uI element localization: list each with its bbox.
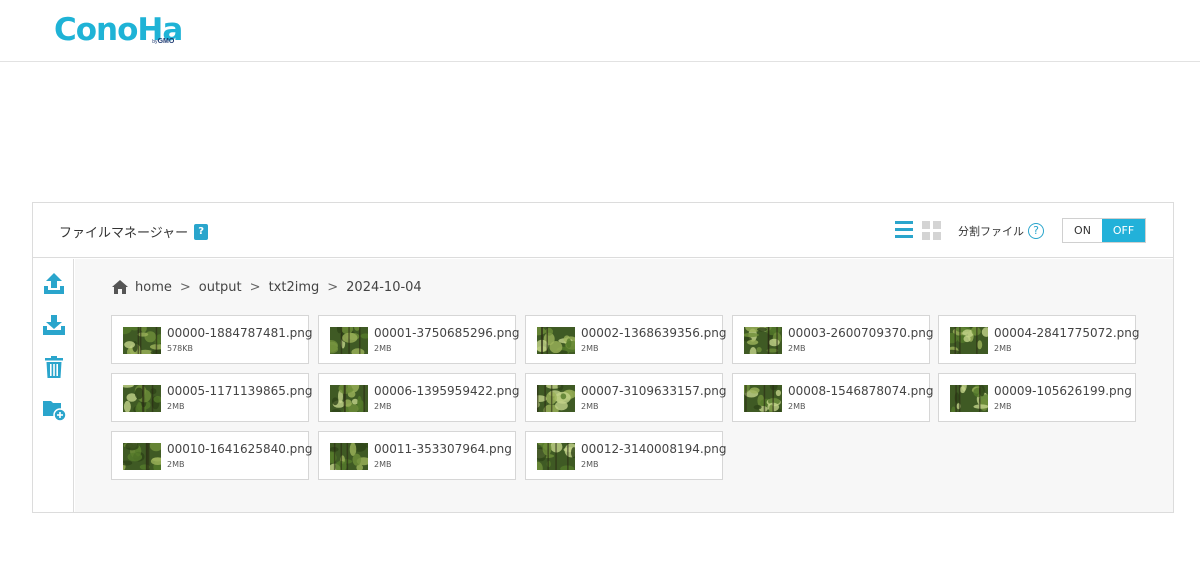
file-size: 2MB — [374, 344, 392, 353]
breadcrumb-item-output[interactable]: output — [199, 280, 242, 295]
file-item[interactable]: 00003-2600709370.png 2MB — [732, 315, 934, 364]
file-size: 2MB — [167, 460, 185, 469]
file-item[interactable]: 00010-1641625840.png 2MB — [111, 431, 313, 480]
file-thumbnail — [123, 385, 161, 412]
file-size: 2MB — [581, 344, 599, 353]
file-item[interactable]: 00012-3140008194.png 2MB — [525, 431, 727, 480]
file-thumbnail — [330, 443, 368, 470]
file-thumbnail — [744, 327, 782, 354]
file-size: 2MB — [788, 402, 806, 411]
action-sidebar — [33, 259, 74, 512]
file-item[interactable]: 00011-353307964.png 2MB — [318, 431, 516, 480]
file-name: 00009-105626199.png — [994, 384, 1132, 398]
panel-header: ファイルマネージャー ? 分割ファイル ? ON OFF — [33, 203, 1173, 258]
panel-title: ファイルマネージャー ? — [59, 222, 209, 241]
grid-view-icon[interactable] — [922, 221, 941, 240]
file-thumbnail — [950, 327, 988, 354]
file-item[interactable]: 00007-3109633157.png 2MB — [525, 373, 727, 422]
download-icon[interactable] — [42, 313, 66, 337]
file-area: home > output > txt2img >2024-10-04 00000-188… — [75, 259, 1173, 512]
panel-title-text: ファイルマネージャー — [59, 226, 189, 241]
file-item[interactable]: 00008-1546878074.png 2MB — [732, 373, 934, 422]
file-thumbnail — [537, 385, 575, 412]
list-view-icon[interactable] — [895, 221, 913, 239]
file-thumbnail — [537, 327, 575, 354]
file-name: 00000-1884787481.png — [167, 326, 313, 340]
file-size: 2MB — [788, 344, 806, 353]
help-circle-icon[interactable]: ? — [1028, 223, 1044, 239]
file-name: 00012-3140008194.png — [581, 442, 727, 456]
file-item[interactable]: 00001-3750685296.png 2MB — [318, 315, 520, 364]
file-thumbnail — [123, 327, 161, 354]
toggle-on-button[interactable]: ON — [1063, 219, 1102, 242]
file-item[interactable]: 00009-105626199.png 2MB — [938, 373, 1136, 422]
trash-icon[interactable] — [42, 355, 66, 379]
file-name: 00005-1171139865.png — [167, 384, 313, 398]
file-thumbnail — [330, 327, 368, 354]
file-name: 00008-1546878074.png — [788, 384, 934, 398]
conoha-logo[interactable]: ConoHa byGMO — [54, 12, 183, 48]
new-folder-icon[interactable] — [42, 397, 66, 421]
file-size: 2MB — [167, 402, 185, 411]
toggle-off-button[interactable]: OFF — [1102, 219, 1145, 242]
file-item[interactable]: 00002-1368639356.png 2MB — [525, 315, 727, 364]
split-file-label: 分割ファイル ? — [958, 223, 1044, 239]
file-item[interactable]: 00004-2841775072.png 2MB — [938, 315, 1140, 364]
file-size: 2MB — [994, 344, 1012, 353]
breadcrumb-item-home[interactable]: home — [135, 280, 172, 295]
logo-sub: byGMO — [152, 38, 175, 45]
file-size: 2MB — [581, 460, 599, 469]
breadcrumb: home > output > txt2img >2024-10-04 — [111, 279, 422, 295]
file-item[interactable]: 00000-1884787481.png 578KB — [111, 315, 313, 364]
breadcrumb-item-2024-10-04[interactable]: 2024-10-04 — [346, 280, 422, 295]
breadcrumb-separator: > — [327, 279, 339, 295]
split-file-toggle[interactable]: ON OFF — [1062, 218, 1146, 243]
file-size: 2MB — [374, 460, 392, 469]
file-item[interactable]: 00005-1171139865.png 2MB — [111, 373, 313, 422]
file-name: 00011-353307964.png — [374, 442, 512, 456]
file-name: 00010-1641625840.png — [167, 442, 313, 456]
upload-icon[interactable] — [42, 272, 66, 296]
file-size: 2MB — [994, 402, 1012, 411]
file-thumbnail — [123, 443, 161, 470]
home-icon[interactable] — [111, 279, 129, 295]
file-size: 578KB — [167, 344, 194, 353]
file-item[interactable]: 00006-1395959422.png 2MB — [318, 373, 520, 422]
file-name: 00003-2600709370.png — [788, 326, 934, 340]
file-thumbnail — [744, 385, 782, 412]
help-book-icon[interactable]: ? — [194, 223, 209, 240]
file-name: 00002-1368639356.png — [581, 326, 727, 340]
file-name: 00001-3750685296.png — [374, 326, 520, 340]
file-size: 2MB — [581, 402, 599, 411]
split-file-text: 分割ファイル — [958, 225, 1024, 238]
file-thumbnail — [537, 443, 575, 470]
breadcrumb-separator: > — [249, 279, 261, 295]
file-manager-panel: ファイルマネージャー ? 分割ファイル ? ON OFF home > outp… — [32, 202, 1174, 513]
top-bar: ConoHa byGMO — [0, 0, 1200, 62]
file-name: 00006-1395959422.png — [374, 384, 520, 398]
file-name: 00004-2841775072.png — [994, 326, 1140, 340]
file-thumbnail — [950, 385, 988, 412]
file-thumbnail — [330, 385, 368, 412]
file-size: 2MB — [374, 402, 392, 411]
file-name: 00007-3109633157.png — [581, 384, 727, 398]
breadcrumb-separator: > — [179, 279, 191, 295]
breadcrumb-item-txt2img[interactable]: txt2img — [269, 280, 320, 295]
